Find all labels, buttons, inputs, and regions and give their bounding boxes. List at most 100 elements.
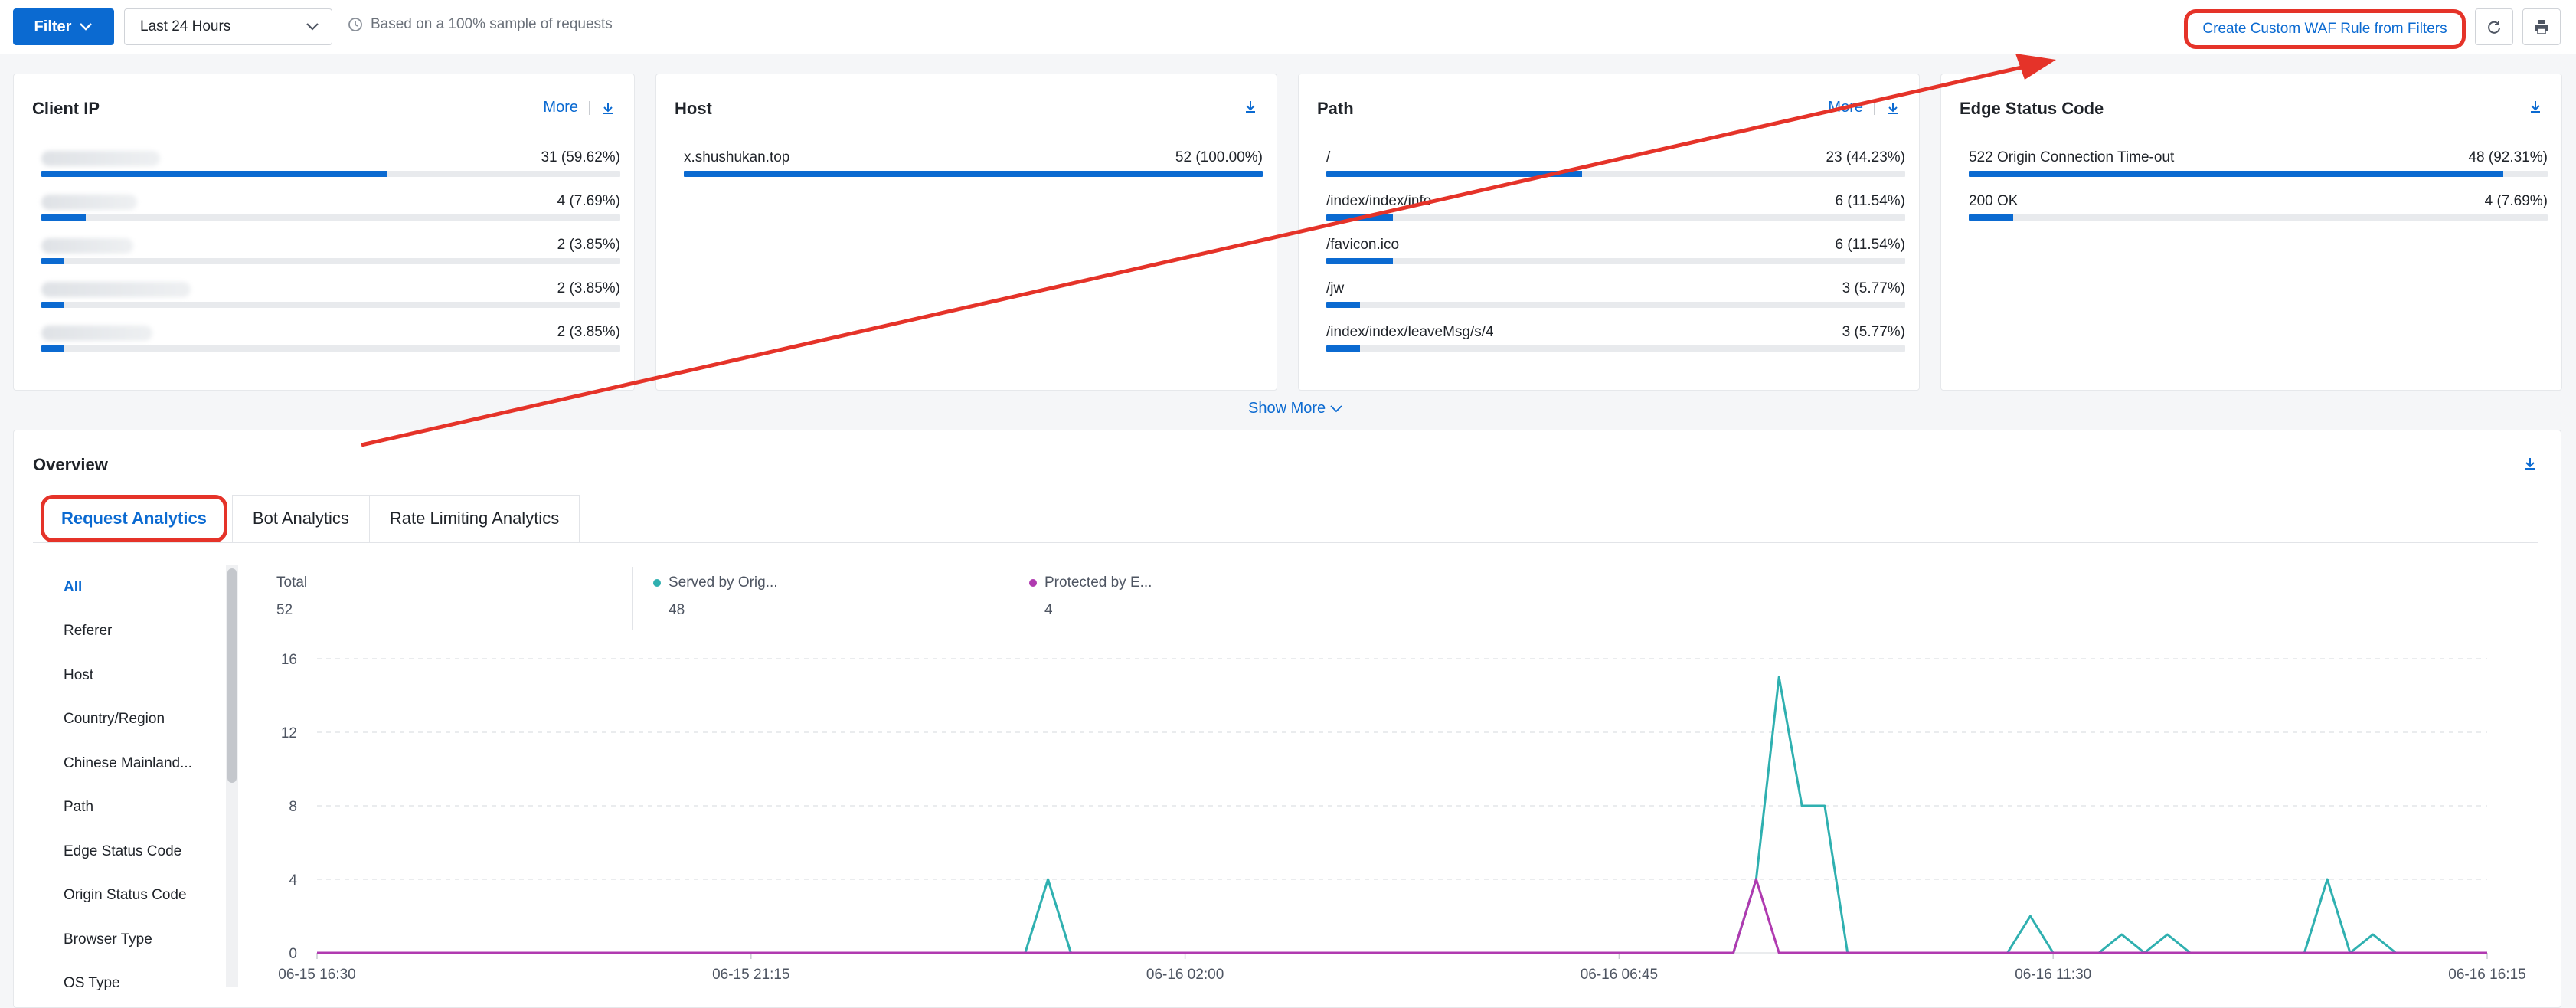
list-item[interactable]: 4 (7.69%)	[41, 193, 620, 224]
card-actions	[2528, 99, 2543, 114]
redacted-ip	[41, 282, 191, 297]
chevron-down-icon	[80, 23, 93, 31]
sidebar-item-chinese-mainland[interactable]: Chinese Mainland...	[64, 755, 192, 772]
row-bar-fill	[1326, 214, 1394, 221]
create-waf-rule-button[interactable]: Create Custom WAF Rule from Filters	[2184, 9, 2466, 49]
print-icon	[2535, 20, 2548, 34]
sidebar-item-all[interactable]: All	[64, 579, 82, 596]
card-edge-status-code: Edge Status Code 522 Origin Connection T…	[1940, 74, 2562, 391]
list-item[interactable]: / 23 (44.23%)	[1326, 149, 1905, 180]
row-bar-fill	[41, 302, 64, 308]
x-tick-label: 06-16 11:30	[2015, 967, 2091, 983]
scrollbar-thumb[interactable]	[227, 568, 237, 783]
stat-label: Total	[276, 574, 308, 591]
show-more-label: Show More	[1248, 400, 1326, 417]
tab-request-analytics[interactable]: Request Analytics	[41, 495, 227, 542]
series-line-protected-by-edge	[317, 878, 2487, 954]
stat-label: Protected by E...	[1044, 574, 1152, 591]
row-label: 522 Origin Connection Time-out	[1969, 149, 2175, 165]
sample-note: Based on a 100% sample of requests	[348, 16, 613, 33]
download-icon[interactable]	[1885, 100, 1901, 116]
row-label: /index/index/info	[1326, 193, 1432, 209]
row-value: 2 (3.85%)	[557, 237, 620, 253]
divider	[1874, 100, 1875, 115]
clock-icon	[348, 18, 362, 31]
download-icon[interactable]	[600, 100, 616, 116]
sidebar-item-origin-status-code[interactable]: Origin Status Code	[64, 887, 187, 904]
list-item[interactable]: 200 OK 4 (7.69%)	[1969, 193, 2548, 224]
row-value: 6 (11.54%)	[1835, 237, 1905, 253]
row-bar	[41, 302, 620, 308]
download-icon[interactable]	[2522, 455, 2538, 470]
card-host: Host x.shushukan.top 52 (100.00%)	[655, 74, 1277, 391]
sidebar-item-path[interactable]: Path	[64, 799, 93, 816]
row-value: 48 (92.31%)	[2468, 149, 2548, 165]
overview-title: Overview	[33, 455, 108, 474]
sidebar-item-browser-type[interactable]: Browser Type	[64, 931, 152, 948]
list-item[interactable]: /favicon.ico 6 (11.54%)	[1326, 237, 1905, 267]
series-line-served-by-origin	[317, 676, 2487, 954]
download-icon[interactable]	[2528, 99, 2543, 114]
x-tick-label: 06-15 16:30	[278, 967, 355, 983]
list-item[interactable]: /jw 3 (5.77%)	[1326, 280, 1905, 311]
row-bar-fill	[1326, 171, 1583, 177]
divider	[589, 100, 590, 115]
list-item[interactable]: 522 Origin Connection Time-out 48 (92.31…	[1969, 149, 2548, 180]
row-bar	[1326, 214, 1905, 221]
row-bar-fill	[1969, 214, 2014, 221]
list-item[interactable]: /index/index/leaveMsg/s/4 3 (5.77%)	[1326, 324, 1905, 355]
card-actions: More	[1828, 99, 1901, 116]
row-bar-fill	[41, 258, 64, 264]
row-label: 200 OK	[1969, 193, 2019, 209]
redacted-ip	[41, 238, 133, 254]
sidebar-item-country-region[interactable]: Country/Region	[64, 711, 165, 728]
row-value: 52 (100.00%)	[1175, 149, 1263, 165]
tab-rate-limiting-analytics[interactable]: Rate Limiting Analytics	[369, 495, 580, 542]
toolbar: Filter Last 24 Hours Based on a 100% sam…	[0, 0, 2576, 54]
refresh-icon	[2488, 21, 2500, 34]
sidebar-item-edge-status-code[interactable]: Edge Status Code	[64, 843, 181, 860]
legend-dot-icon	[1029, 579, 1037, 587]
row-value: 4 (7.69%)	[557, 193, 620, 209]
divider	[632, 567, 633, 630]
row-value: 2 (3.85%)	[557, 324, 620, 340]
row-bar-fill	[41, 345, 64, 352]
sidebar-item-os-type[interactable]: OS Type	[64, 975, 120, 992]
show-more-link[interactable]: Show More	[1248, 400, 1342, 417]
sample-note-text: Based on a 100% sample of requests	[371, 16, 613, 32]
list-item[interactable]: 2 (3.85%)	[41, 324, 620, 355]
tab-bar: Request Analytics Bot Analytics Rate Lim…	[33, 495, 580, 542]
stat-served-by-origin[interactable]: Served by Orig... 48	[653, 574, 778, 619]
card-client-ip: Client IP More 31 (59.62%) 4 (7.69%) 2 (…	[13, 74, 635, 391]
row-bar-fill	[41, 171, 387, 177]
download-icon[interactable]	[1243, 99, 1258, 114]
list-item[interactable]: x.shushukan.top 52 (100.00%)	[684, 149, 1263, 180]
tab-bot-analytics[interactable]: Bot Analytics	[231, 495, 370, 542]
sidebar-item-host[interactable]: Host	[64, 667, 93, 684]
sidebar-scrollbar[interactable]	[226, 565, 238, 987]
x-tick-label: 06-16 02:00	[1146, 967, 1224, 983]
stat-value: 4	[1044, 602, 1053, 618]
row-label: x.shushukan.top	[684, 149, 790, 165]
list-item[interactable]: 31 (59.62%)	[41, 149, 620, 180]
refresh-button[interactable]	[2475, 8, 2513, 45]
row-bar-fill	[684, 171, 1263, 177]
sidebar-item-referer[interactable]: Referer	[64, 623, 112, 640]
more-link[interactable]: More	[1828, 99, 1863, 116]
more-link[interactable]: More	[543, 99, 578, 116]
row-label: /index/index/leaveMsg/s/4	[1326, 324, 1494, 340]
dimension-sidebar: All Referer Host Country/Region Chinese …	[33, 565, 238, 1007]
list-item[interactable]: 2 (3.85%)	[41, 280, 620, 311]
x-tick-label: 06-16 16:15	[2448, 967, 2525, 983]
card-title: Edge Status Code	[1960, 99, 2104, 118]
chevron-down-icon	[306, 23, 319, 31]
chevron-down-icon	[1330, 404, 1342, 412]
stat-protected-by-edge[interactable]: Protected by E... 4	[1029, 574, 1152, 619]
y-tick-label: 4	[289, 872, 297, 889]
request-line-chart: 0 4 8 12 16 06-15 16:30 06-15 21:15 06-16 02:00…	[278, 652, 2525, 983]
time-range-select[interactable]: Last 24 Hours	[124, 8, 332, 45]
print-button[interactable]	[2522, 8, 2561, 45]
list-item[interactable]: 2 (3.85%)	[41, 237, 620, 267]
filter-button[interactable]: Filter	[13, 8, 114, 45]
list-item[interactable]: /index/index/info 6 (11.54%)	[1326, 193, 1905, 224]
